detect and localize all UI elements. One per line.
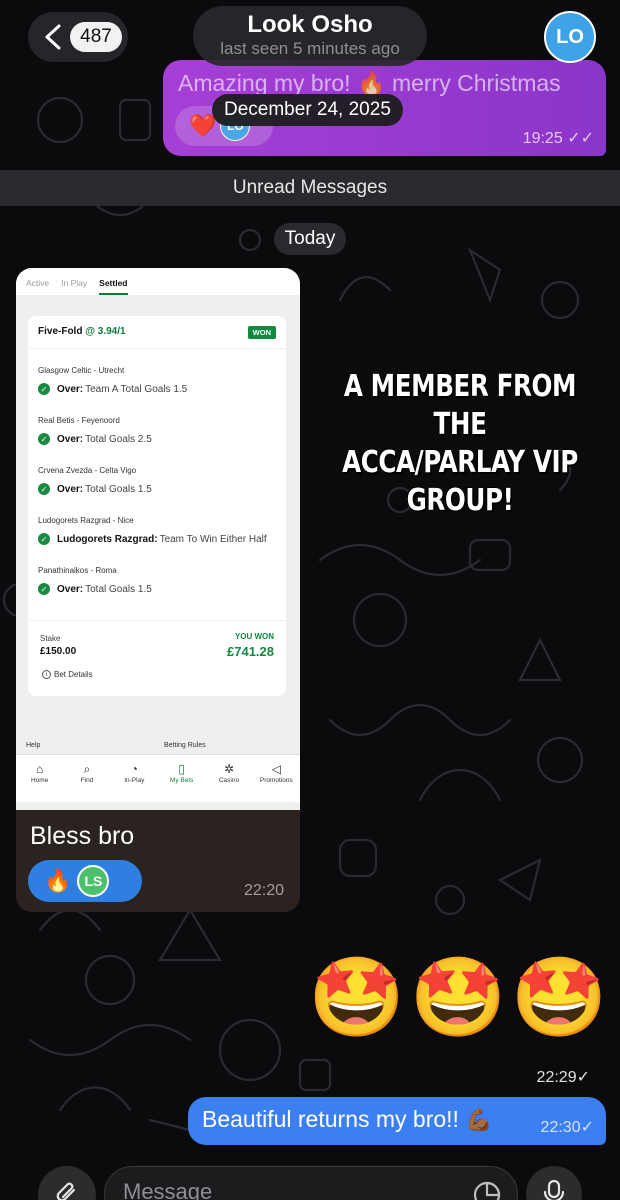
search-icon: ⌕ [83,762,91,776]
tab-active: Active [26,278,50,288]
stake-label: Stake [40,634,61,643]
back-button[interactable]: 487 [28,12,128,62]
check-icon: ✓ [38,483,50,495]
message-time: 22:29✓ [536,1069,590,1086]
chip-icon: ✲ [223,762,234,776]
won-amount: £741.28 [227,644,274,659]
divider [28,348,286,349]
promo-overlay-text: A MEMBER FROM THE ACCA/PARLAY VIP GROUP! [342,369,578,518]
bet-details-link: i Bet Details [42,670,93,679]
stopwatch-icon: ◔ [130,762,138,776]
chat-header: 487 Look Osho last seen 5 minutes ago LO [0,0,620,72]
chevron-left-icon [45,24,61,50]
tab-settled: Settled [99,278,128,295]
contact-avatar[interactable]: LO [544,11,596,63]
nav-promotions: ◁ Promotions [259,762,293,784]
check-icon: ✓ [38,433,50,445]
microphone-button[interactable] [526,1166,582,1200]
double-check-icon: ✓✓ [567,130,594,147]
nav-home: ⌂ Home [30,762,49,784]
divider [28,620,286,621]
check-icon: ✓ [580,1119,594,1136]
bet-leg: Panathinaikos - Roma ✓ Over: Total Goals 1… [38,566,278,595]
info-icon: i [42,670,51,679]
outgoing-emoji-message[interactable]: 🤩 🤩 🤩 [308,950,608,1044]
today-date-pill: Today [274,223,346,255]
tab-in-play: In Play [61,278,88,288]
bet-tabs: Active In Play Settled [16,268,300,298]
leg-match: Real Betis - Feyenoord [38,416,120,425]
leg-match: Ludogorets Razgrad - Nice [38,516,134,525]
won-badge: WON [247,326,276,339]
flexed-biceps-icon: 💪🏾 [465,1107,493,1132]
paperclip-icon [56,1182,76,1200]
message-time: 22:30✓ [540,1119,594,1136]
star-struck-emoji-icon: 🤩 [510,953,608,1041]
reaction-pill[interactable]: 🔥 LS [28,860,142,902]
check-icon: ✓ [38,583,50,595]
bet-leg: Ludogorets Razgrad - Nice ✓ Ludogorets Ra… [38,516,278,545]
megaphone-icon: ◁ [271,762,281,776]
check-icon: ✓ [576,1069,590,1086]
check-icon: ✓ [38,383,50,395]
contact-title[interactable]: Look Osho last seen 5 minutes ago [193,6,427,66]
bet-leg: Crvena Zvezda - Celta Vigo ✓ Over: Total G… [38,466,278,495]
nav-find: ⌕ Find [80,762,94,784]
bet-leg: Real Betis - Feyenoord ✓ Over: Total Goals… [38,416,278,445]
leg-match: Panathinaikos - Roma [38,566,117,575]
betting-rules-label: Betting Rules [164,742,206,749]
message-time: 22:20 [243,882,284,899]
star-struck-emoji-icon: 🤩 [308,953,406,1041]
leg-match: Crvena Zvezda - Celta Vigo [38,466,137,475]
microphone-icon [543,1179,565,1200]
message-text: Beautiful returns my bro!! 💪🏾 [202,1106,493,1132]
home-icon: ⌂ [36,762,44,776]
leg-match: Glasgow Celtic - Utrecht [38,366,125,375]
nav-in-play: ◔ In-Play [124,762,145,784]
star-struck-emoji-icon: 🤩 [409,953,507,1041]
you-won-label: YOU WON [234,632,274,641]
attach-button[interactable] [38,1166,96,1200]
message-time: 19:25 ✓✓ [522,130,594,147]
bet-title: Five-Fold @ 3.94/1 [38,326,126,337]
photo-caption: Bless bro [30,822,135,850]
message-text: Amazing my bro! 🔥 merry Christmas [178,70,561,96]
sticker-icon [473,1181,501,1200]
outgoing-message[interactable]: Beautiful returns my bro!! 💪🏾 22:30✓ [188,1097,606,1145]
fire-reaction-icon: 🔥 [44,868,72,893]
help-label: Help [26,742,41,749]
heart-reaction-icon: ❤️ [189,113,217,138]
message-input[interactable]: Message [104,1166,518,1200]
incoming-photo-message[interactable]: Active In Play Settled Five-Fold @ 3.94/… [16,268,300,912]
bet-leg: Glasgow Celtic - Utrecht ✓ Over: Team A To… [38,366,278,395]
unread-messages-divider: Unread Messages [0,170,620,206]
date-header: December 24, 2025 [212,94,403,126]
last-seen-status: last seen 5 minutes ago [220,39,400,58]
betslip-icon: ▯ [178,762,185,776]
bet-bottom-nav: ⌂ Home ⌕ Find ◔ In-Play ▯ My Bets ✲ Casino ◁ P… [16,754,300,802]
reactor-avatar: LS [77,865,110,897]
check-icon: ✓ [38,533,50,545]
nav-casino: ✲ Casino [218,762,240,784]
bet-card: Five-Fold @ 3.94/1 WON Glasgow Celtic - … [28,316,286,696]
unread-count-badge: 487 [70,22,122,52]
nav-my-bets: ▯ My Bets [169,762,194,784]
sticker-button[interactable] [472,1180,502,1200]
contact-name: Look Osho [247,11,373,38]
message-input-bar: Message [0,1156,620,1200]
stake-value: £150.00 [40,646,77,657]
bet-slip-screenshot[interactable]: Active In Play Settled Five-Fold @ 3.94/… [16,268,300,810]
